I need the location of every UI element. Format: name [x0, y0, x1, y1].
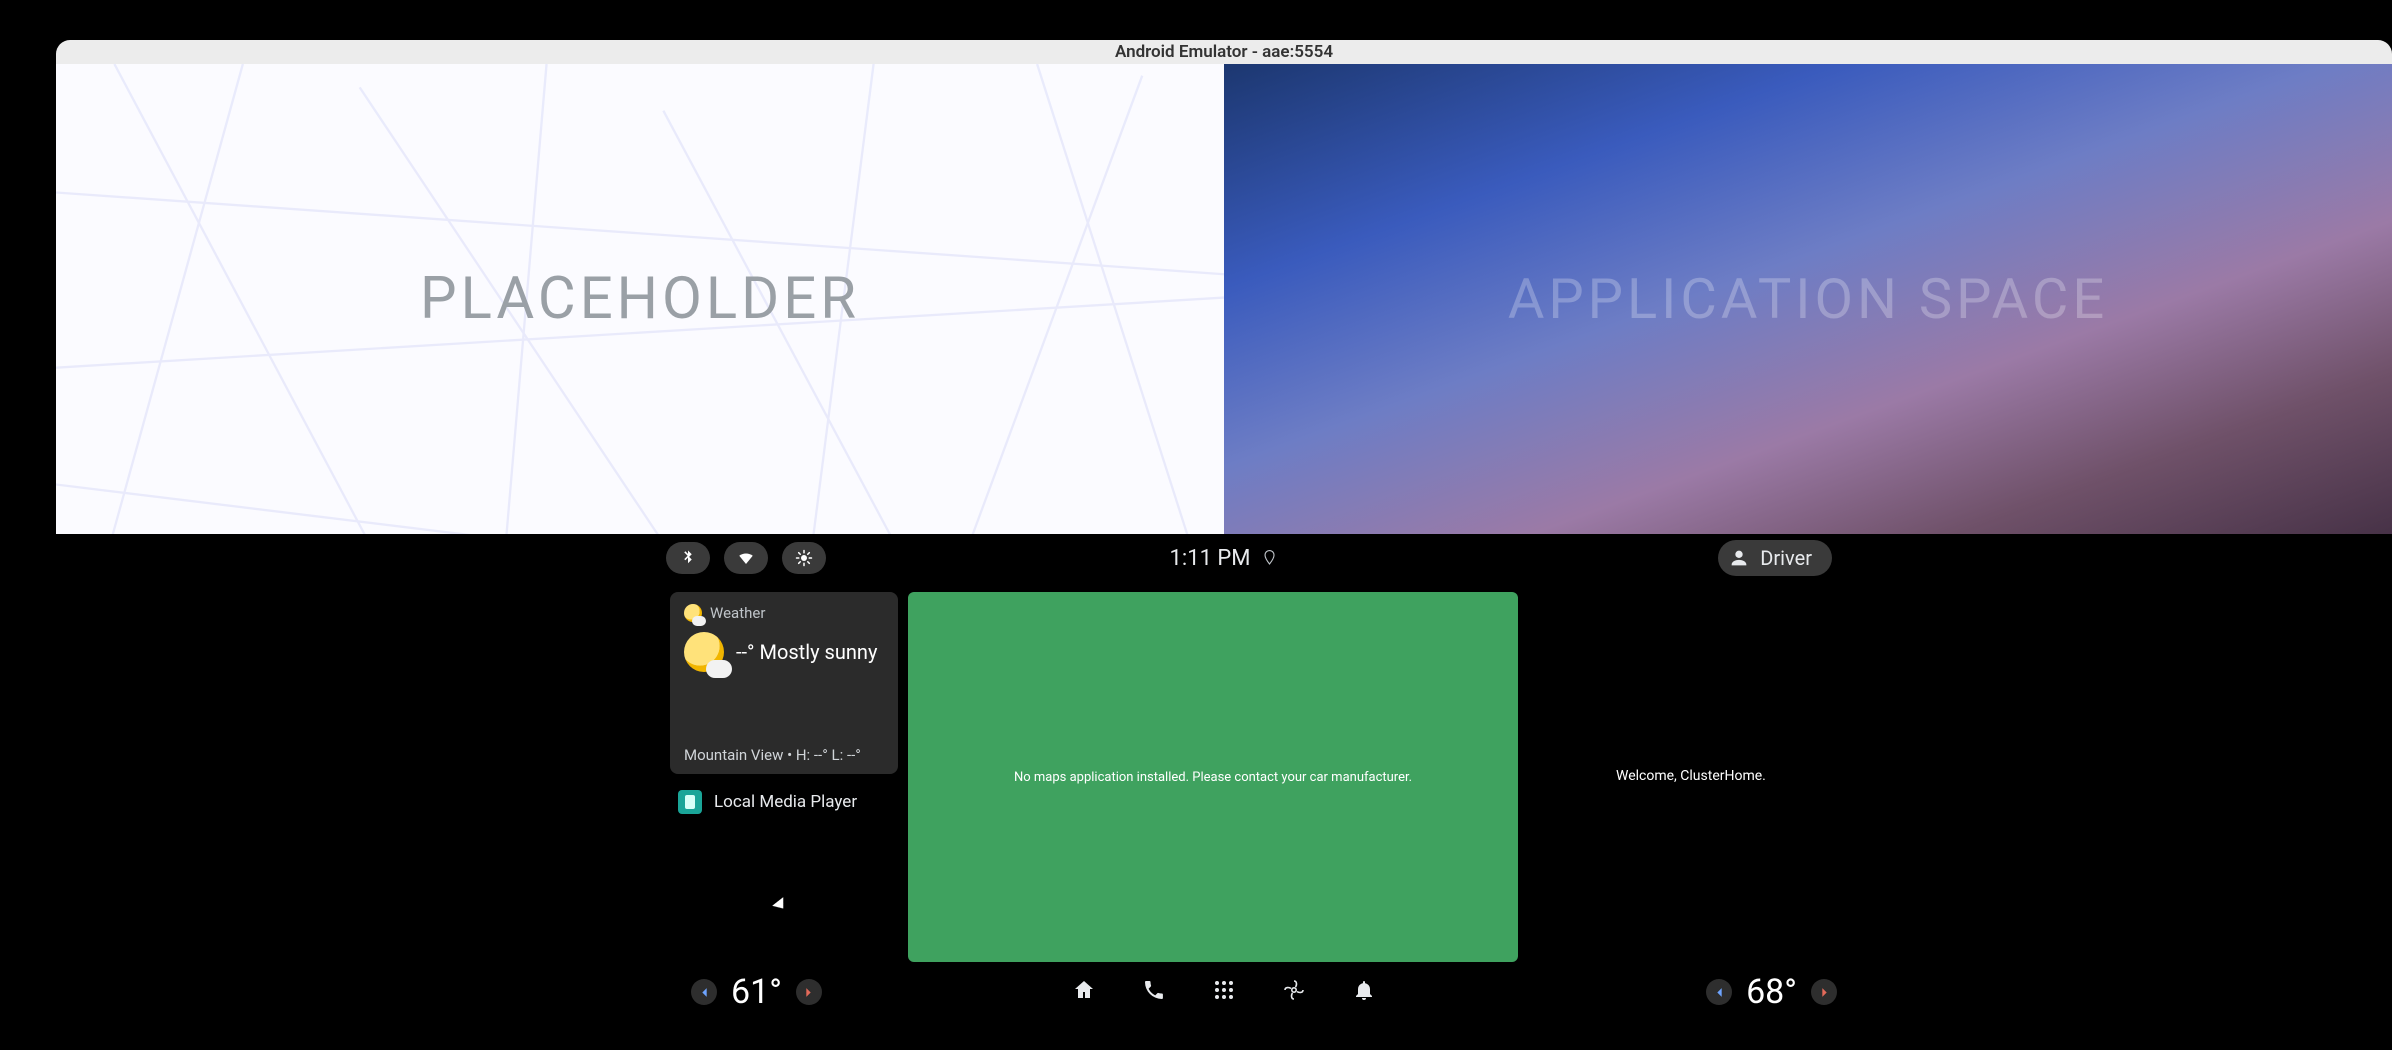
cluster-row: PLACEHOLDER APPLICATION SPACE [56, 64, 2392, 534]
cluster-right-panel: APPLICATION SPACE [1224, 64, 2392, 534]
hvac-right-up[interactable] [1811, 979, 1837, 1005]
status-bar: 1:11 PM Driver [56, 534, 2392, 582]
brightness-icon [795, 549, 813, 567]
profile-chip[interactable]: Driver [1718, 540, 1832, 576]
bluetooth-chip[interactable] [666, 542, 710, 574]
status-chips [666, 542, 826, 574]
clock: 1:11 PM [1170, 546, 1251, 571]
hvac-left-up[interactable] [796, 979, 822, 1005]
wifi-icon [737, 549, 755, 567]
person-icon [1728, 547, 1750, 569]
weather-footer: Mountain View • H: --° L: --° [684, 746, 884, 764]
hvac-right-down[interactable] [1706, 979, 1732, 1005]
wifi-chip[interactable] [724, 542, 768, 574]
device-viewport: PLACEHOLDER APPLICATION SPACE 1:11 PM [56, 64, 2392, 1030]
mouse-cursor [772, 897, 789, 913]
status-center: 1:11 PM [1170, 546, 1279, 571]
map-panel[interactable]: No maps application installed. Please co… [908, 592, 1518, 962]
fan-icon[interactable] [1282, 978, 1306, 1006]
location-icon [1260, 549, 1278, 567]
apps-icon[interactable] [1212, 978, 1236, 1006]
bell-icon[interactable] [1352, 978, 1376, 1006]
media-card[interactable]: Local Media Player [678, 790, 857, 814]
weather-card[interactable]: Weather --° Mostly sunny Mountain View •… [670, 592, 898, 774]
profile-name: Driver [1760, 546, 1812, 570]
cluster-right-label: APPLICATION SPACE [1508, 266, 2108, 332]
hvac-right-temp: 68° [1746, 972, 1797, 1012]
media-app-icon [678, 790, 702, 814]
hvac-left-temp: 61° [731, 972, 782, 1012]
home-content: Weather --° Mostly sunny Mountain View •… [56, 582, 2392, 962]
cluster-welcome: Welcome, ClusterHome. [1616, 768, 1766, 784]
emulator-title: Android Emulator - aae:5554 [56, 40, 2392, 64]
hvac-left: 61° [691, 972, 822, 1012]
emulator-window: Android Emulator - aae:5554 ✕ — [56, 40, 2392, 1030]
home-icon[interactable] [1072, 978, 1096, 1006]
weather-summary: --° Mostly sunny [736, 640, 877, 664]
weather-large-icon [684, 632, 724, 672]
nav-icons [1072, 978, 1376, 1006]
weather-header: Weather [710, 604, 765, 622]
map-message: No maps application installed. Please co… [1014, 770, 1412, 785]
brightness-chip[interactable] [782, 542, 826, 574]
phone-icon[interactable] [1142, 978, 1166, 1006]
nav-bar: 61° 68° [56, 962, 2392, 1022]
weather-small-icon [684, 604, 702, 622]
cluster-left-label: PLACEHOLDER [420, 265, 860, 333]
hvac-left-down[interactable] [691, 979, 717, 1005]
hvac-right: 68° [1706, 972, 1837, 1012]
bluetooth-icon [679, 549, 697, 567]
cluster-left-panel: PLACEHOLDER [56, 64, 1224, 534]
media-label: Local Media Player [714, 792, 857, 812]
